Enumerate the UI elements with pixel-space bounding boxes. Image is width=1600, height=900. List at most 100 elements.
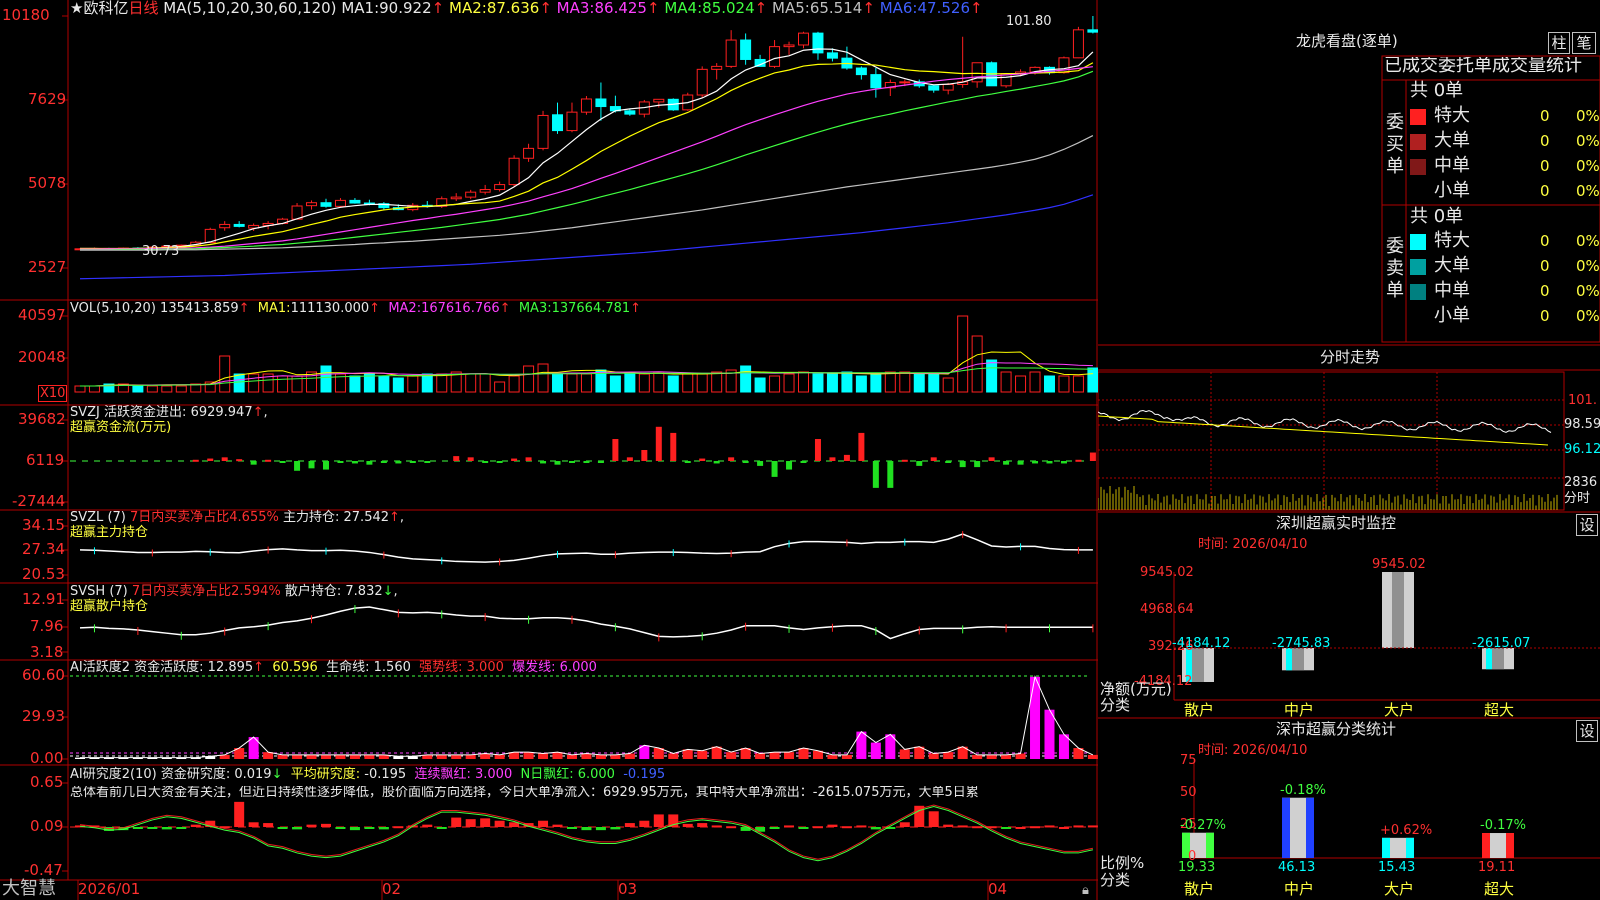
svzj-bar (511, 458, 518, 461)
ai-research-header: AI研究度2(10) 资金研究度: 0.019↓, 平均研究度: -0.195,… (70, 767, 666, 782)
ai-research-bar (320, 823, 331, 827)
vol-y-tick-2: 20048 (18, 348, 66, 366)
ai-research-bar (263, 823, 274, 827)
volume-bar (682, 373, 694, 393)
ai-research-bar (827, 824, 838, 827)
pen-button[interactable]: 笔 (1572, 32, 1596, 54)
candle-body (812, 32, 824, 54)
period-label[interactable]: 日线 (128, 0, 158, 17)
monitor-bar-accent (1286, 648, 1292, 671)
main-y-tick-2: 7629 (28, 90, 67, 108)
svzj-bar (684, 461, 691, 463)
ai-active-bar (335, 754, 346, 759)
ai-research-bar (1015, 827, 1026, 829)
svzj-title[interactable]: SVZJ (70, 405, 100, 420)
ai-research-bar (190, 824, 201, 827)
volume-bar (523, 365, 535, 393)
candle-body (349, 199, 361, 204)
svzj-bar (988, 457, 995, 461)
ai-research-bar (132, 827, 143, 829)
ma6-value: 47.526 (917, 0, 971, 17)
stats-time: 时间: 2026/04/10 (1198, 743, 1308, 758)
intraday-price-2: 98.59 (1564, 417, 1600, 432)
ma3-value: 86.425 (594, 0, 647, 17)
ai-nday-label: N日飘红: (520, 767, 574, 782)
sell-row-swatch (1410, 259, 1426, 275)
order-stats-title[interactable]: 已成交委托单成交量统计 (1384, 57, 1600, 75)
svzj-bar (1003, 461, 1010, 465)
intraday-title[interactable]: 分时走势 (1320, 350, 1380, 365)
svzl-title[interactable]: SVZL (70, 510, 103, 525)
ai-active-bar (595, 754, 606, 759)
svzj-y-tick-3: -27444 (12, 492, 66, 510)
ai-active-bar (320, 754, 331, 759)
lock-icon[interactable]: 🔒︎ (1082, 884, 1089, 897)
svzj-bar (250, 461, 257, 465)
candle-body (942, 83, 954, 91)
volume-bar (1015, 375, 1027, 393)
candle-body (928, 85, 940, 91)
stats-category-label: 超大 (1484, 880, 1515, 898)
candle-body (566, 111, 578, 132)
ai-research-bar (899, 822, 910, 827)
ai-active-bar (899, 749, 910, 759)
svzl-comma: , (399, 510, 405, 525)
monitor-axis-label2: 分类 (1100, 696, 1131, 714)
ai-active-title[interactable]: AI活跃度2 (70, 660, 130, 675)
ai-active-bar (841, 754, 852, 759)
ai-research-bar (624, 823, 635, 827)
svsh-params: (7) (109, 584, 128, 599)
vol-ma3-value: 137664.781 (551, 301, 631, 316)
ai-avg-label: 平均研究度: (290, 767, 361, 782)
high-price-label: 101.80 (1006, 14, 1052, 29)
vol-unit-tag[interactable]: X10 (38, 385, 68, 402)
volume-bar (1087, 367, 1098, 393)
volume-bar (146, 385, 158, 393)
ai-strong-label: 强势线: (419, 660, 463, 675)
buy-row-swatch (1410, 159, 1426, 175)
volume-bar (740, 365, 752, 393)
candle-body (465, 191, 477, 198)
main-y-tick-3: 5078 (28, 174, 67, 192)
vol-title[interactable]: VOL(5,10,20) (70, 301, 156, 316)
monitor-bar-core (1292, 648, 1304, 671)
ai-research-value: 0.019 (234, 767, 272, 782)
ma1-label: MA1: (341, 0, 380, 17)
candle-body (624, 110, 636, 115)
svzj-bar (1060, 461, 1067, 464)
ai-research-label: 资金研究度: (160, 767, 231, 782)
intraday-vol: 2836 (1564, 475, 1598, 490)
svzj-bar (192, 459, 199, 462)
pillar-button[interactable]: 柱 (1548, 32, 1570, 54)
stats-title: 深市超赢分类统计 (1276, 720, 1397, 738)
ai-research-bar (972, 826, 983, 829)
svzj-bar (655, 426, 662, 461)
svzj-bar (568, 461, 575, 463)
svzj-bar (1017, 461, 1024, 465)
ma-params[interactable]: MA(5,10,20,30,60,120) (163, 0, 336, 17)
ai-research-title[interactable]: AI研究度2(10) (70, 767, 157, 782)
ma3-label: MA3: (556, 0, 595, 17)
ai-research-y-tick-1: 0.65 (30, 773, 64, 791)
ai-research-bar (697, 823, 708, 827)
x-tick-mar: 03 (618, 880, 638, 898)
stats-settings-button[interactable]: 设 (1576, 720, 1598, 742)
svzj-y-tick-2: 6119 (26, 451, 65, 469)
volume-bar (942, 377, 954, 393)
chart-canvas[interactable] (0, 0, 1098, 900)
ai-research-bar (234, 801, 245, 827)
stats-value-label: 46.13 (1278, 860, 1316, 875)
stock-name[interactable]: 欧科亿 (83, 0, 128, 17)
svsh-header: SVSH (7) 7日内买卖净占比2.594% 散户持仓: 7.832↓, (70, 585, 398, 598)
monitor-settings-button[interactable]: 设 (1576, 514, 1598, 536)
up-arrow-icon: ↑ (253, 660, 265, 675)
svsh-title[interactable]: SVSH (70, 584, 105, 599)
volume-bar (508, 375, 520, 393)
svzj-bar (872, 461, 879, 488)
ai-research-bar (306, 824, 317, 827)
ai-active-bar (856, 731, 867, 759)
chart-area[interactable]: ★欧科亿日线 MA(5,10,20,30,60,120) MA1:90.922↑… (0, 0, 1098, 900)
svzj-bar (294, 461, 301, 471)
ai-active-bar (972, 754, 983, 759)
svzj-bar (829, 457, 836, 461)
